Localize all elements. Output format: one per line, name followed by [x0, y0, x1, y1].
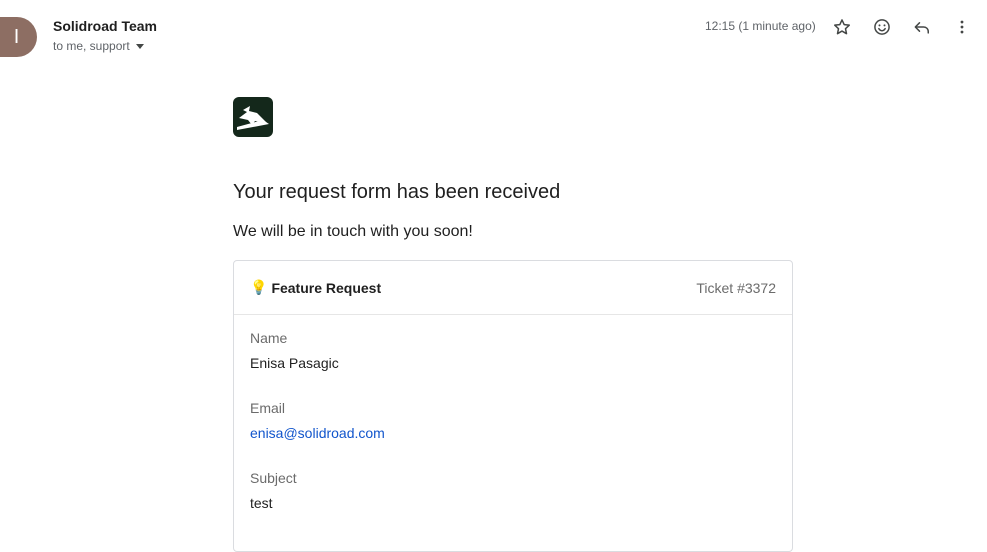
card-header: 💡 Feature Request Ticket #3372 — [234, 261, 792, 315]
field-email: Email enisa@solidroad.com — [250, 400, 385, 441]
field-label: Subject — [250, 470, 297, 486]
sender-name[interactable]: Solidroad Team — [53, 18, 157, 34]
recipients-text: to me, support — [53, 39, 130, 53]
solidroad-logo — [233, 97, 273, 137]
show-details-chevron-down-icon[interactable] — [135, 44, 144, 49]
field-label: Name — [250, 330, 288, 346]
email-subline: We will be in touch with you soon! — [233, 223, 473, 240]
email-link[interactable]: enisa@solidroad.com — [250, 425, 385, 441]
emoji-icon[interactable] — [870, 15, 894, 39]
request-card: 💡 Feature Request Ticket #3372 Name Enis… — [233, 260, 793, 552]
star-icon[interactable] — [830, 15, 854, 39]
more-vert-icon[interactable] — [950, 15, 974, 39]
card-title: 💡 Feature Request — [250, 279, 381, 296]
email-headline: Your request form has been received — [233, 181, 561, 203]
ticket-number: Ticket #3372 — [696, 280, 776, 296]
field-label: Email — [250, 400, 286, 416]
recipients-line: to me, support — [53, 39, 144, 53]
field-subject: Subject test — [250, 470, 297, 511]
reply-icon[interactable] — [910, 15, 934, 39]
card-title-text: Feature Request — [271, 279, 382, 296]
field-value: test — [250, 495, 273, 511]
field-name: Name Enisa Pasagic — [250, 330, 339, 371]
lightbulb-icon: 💡 — [250, 279, 268, 295]
avatar[interactable]: I — [0, 17, 37, 57]
timestamp: 12:15 (1 minute ago) — [705, 19, 816, 33]
field-value: Enisa Pasagic — [250, 355, 339, 371]
